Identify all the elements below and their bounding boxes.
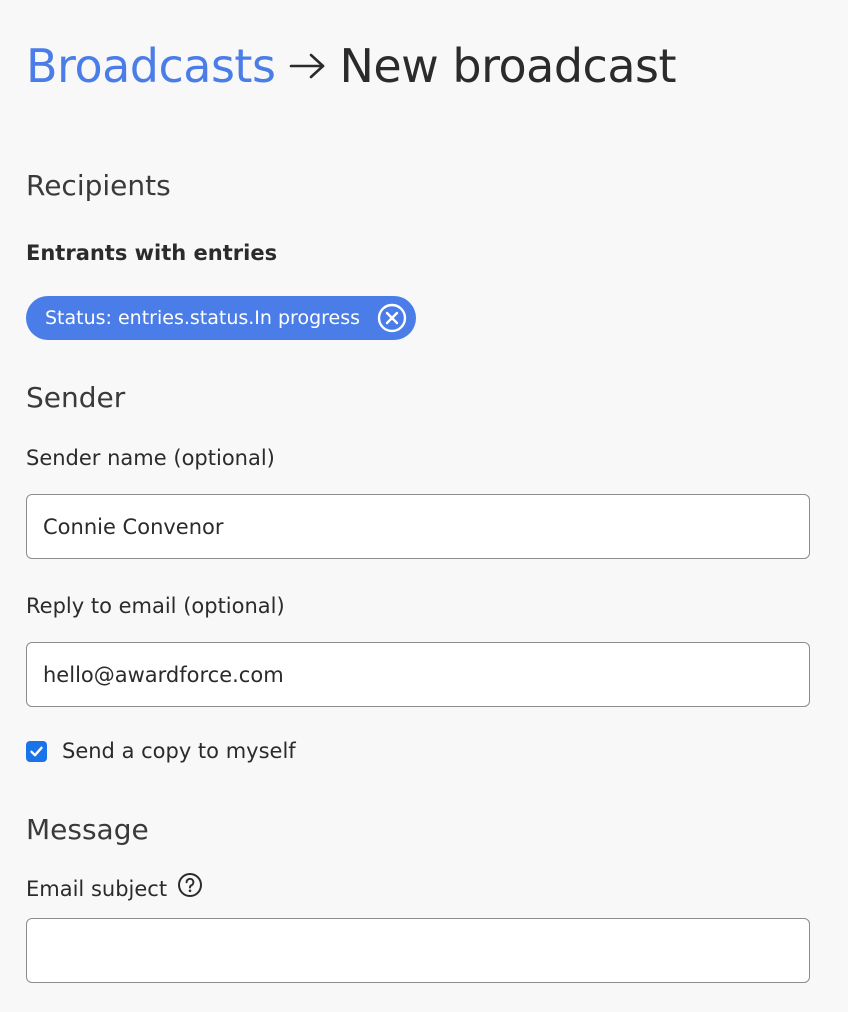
breadcrumb-broadcasts-link[interactable]: Broadcasts [26, 39, 276, 93]
send-copy-label: Send a copy to myself [62, 739, 296, 763]
help-circle-icon[interactable] [177, 872, 203, 905]
sender-name-optional: (optional) [173, 446, 275, 470]
filter-chip-label: Status: entries.status.In progress [45, 307, 361, 329]
page-title: Broadcasts New broadcast [26, 34, 677, 98]
send-copy-checkbox[interactable] [26, 740, 47, 762]
reply-to-optional: (optional) [183, 594, 285, 618]
sender-name-label-text: Sender name [26, 446, 167, 470]
checkmark-icon [30, 746, 43, 756]
breadcrumb-current: New broadcast [339, 39, 677, 93]
reply-to-email-input[interactable] [26, 642, 810, 707]
new-broadcast-page: Broadcasts New broadcast Recipients Entra… [0, 0, 848, 1012]
reply-to-email-label: Reply to email (optional) [26, 592, 285, 620]
email-subject-label-text: Email subject [26, 877, 168, 901]
recipient-filter-chip: Status: entries.status.In progress [26, 296, 417, 340]
email-subject-label: Email subject [26, 872, 203, 905]
email-subject-input[interactable] [26, 918, 810, 983]
send-copy-row: Send a copy to myself [26, 737, 296, 765]
close-circle-icon[interactable] [376, 302, 408, 334]
reply-to-label-text: Reply to email [26, 594, 177, 618]
recipients-heading: Recipients [26, 169, 171, 202]
sender-heading: Sender [26, 381, 126, 414]
recipients-group-label: Entrants with entries [26, 241, 278, 265]
arrow-right-icon [289, 34, 327, 98]
sender-name-input[interactable] [26, 494, 810, 559]
sender-name-label: Sender name (optional) [26, 444, 275, 472]
message-heading: Message [26, 813, 149, 846]
